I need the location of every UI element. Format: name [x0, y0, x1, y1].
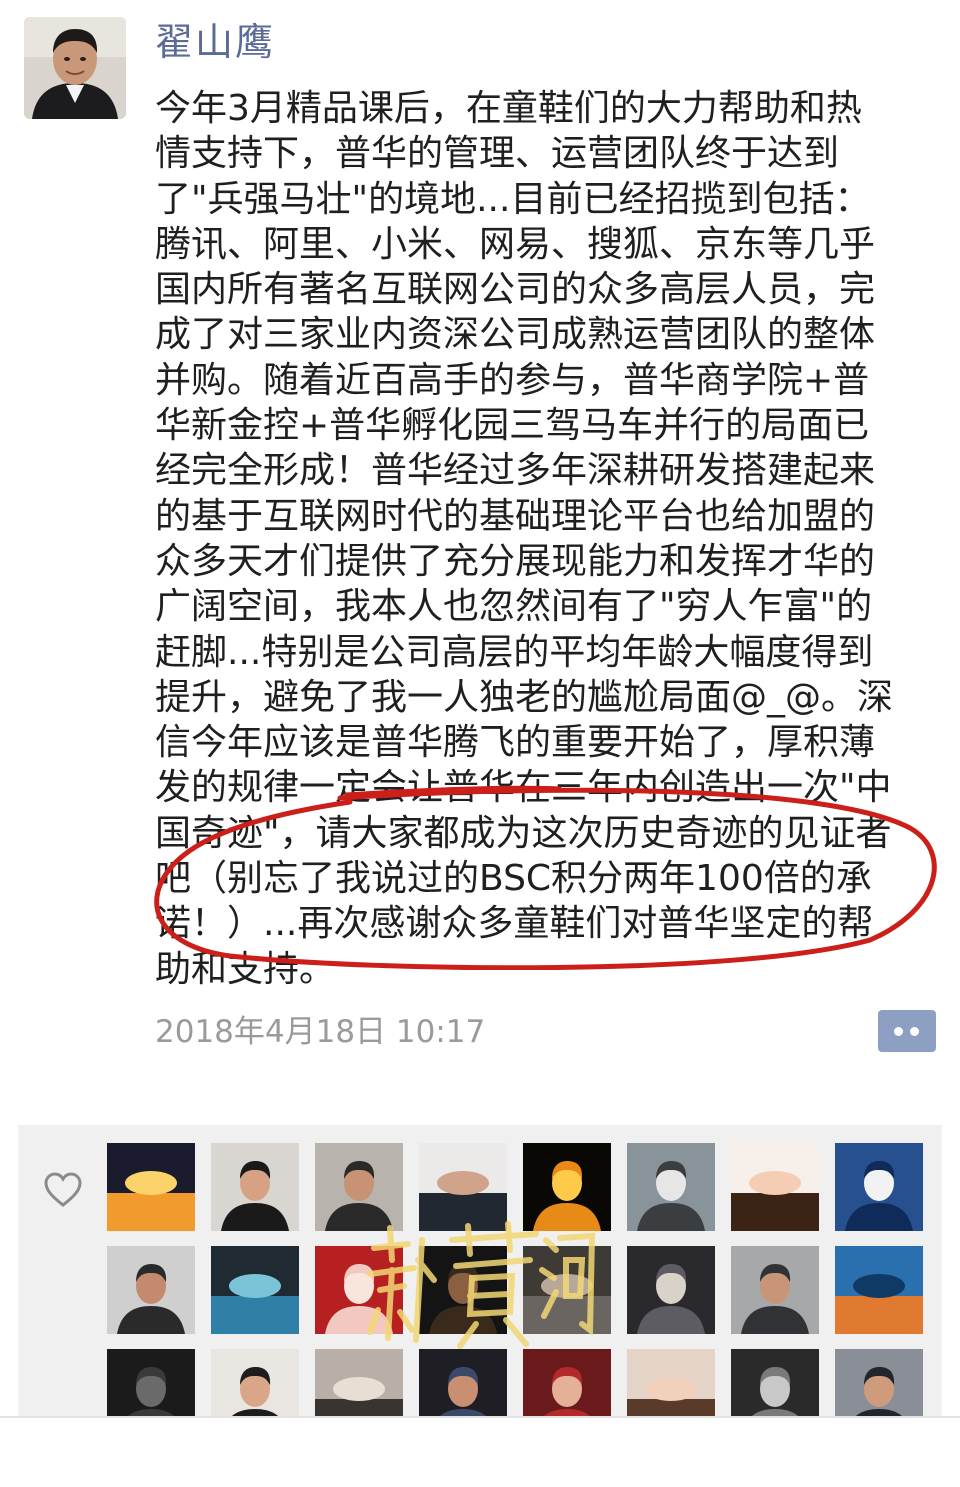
post-text-line: 了"兵强马壮"的境地...目前已经招揽到包括：	[155, 178, 871, 220]
liker-avatar-cartoon-woman[interactable]	[731, 1143, 819, 1231]
author-avatar-image	[24, 17, 126, 119]
liker-avatar-cartoon-pig[interactable]	[315, 1246, 403, 1334]
liker-avatar-street-scene[interactable]	[523, 1246, 611, 1334]
post-text-line: 助和支持。	[155, 948, 336, 990]
heart-outline-icon	[44, 1172, 82, 1207]
liker-avatar-phone-screens[interactable]	[211, 1246, 299, 1334]
author-avatar[interactable]	[24, 17, 126, 119]
liker-avatar-sunset[interactable]	[107, 1143, 195, 1231]
liker-avatar-pavilion-sunset[interactable]	[835, 1246, 923, 1334]
liker-avatar-man-tie[interactable]	[419, 1143, 507, 1231]
post-text-line: 的基于互联网时代的基础理论平台也给加盟的	[155, 495, 876, 537]
author-name[interactable]: 翟山鹰	[155, 18, 275, 66]
post-text-line: 经完全形成！普华经过多年深耕研发搭建起来	[155, 450, 876, 492]
liker-avatar-dark-room[interactable]	[419, 1246, 507, 1334]
liker-avatar-man-selfie[interactable]	[315, 1143, 403, 1231]
post-content: 今年3月精品课后，在童鞋们的大力帮助和热 情支持下，普华的管理、运营团队终于达到了…	[155, 86, 935, 992]
bottom-edge	[0, 1416, 960, 1487]
post-text-line: 情支持下，普华的管理、运营团队终于达到	[155, 133, 840, 175]
liker-avatar-infinity-neon[interactable]	[523, 1143, 611, 1231]
liker-avatar-blue-text-card[interactable]	[835, 1143, 923, 1231]
post-text-line: 赶脚...特别是公司高层的平均年龄大幅度得到	[155, 631, 874, 673]
post-text-line: 腾讯、阿里、小米、网易、搜狐、京东等几乎	[155, 223, 876, 265]
liker-avatar-conference[interactable]	[627, 1246, 715, 1334]
post-text-line: 华新金控+普华孵化园三驾马车并行的局面已	[155, 405, 870, 447]
post-text-line: 众多天才们提供了充分展现能力和发挥才华的	[155, 540, 876, 582]
liker-avatar-man-portrait[interactable]	[731, 1246, 819, 1334]
post-text-line: 国内所有著名互联网公司的众多高层人员，完	[155, 269, 876, 311]
moment-post: 翟山鹰 今年3月精品课后，在童鞋们的大力帮助和热 情支持下，普华的管理、运营团队终…	[0, 0, 960, 1110]
post-text-line: 广阔空间，我本人也忽然间有了"穷人乍富"的	[155, 586, 873, 628]
post-text-line: 吧（别忘了我说过的BSC积分两年100倍的承	[155, 858, 872, 900]
post-text-line: 提升，避免了我一人独老的尴尬局面@_@。深	[155, 676, 894, 718]
post-text-line: 诺！）...再次感谢众多童鞋们对普华坚定的帮	[155, 903, 874, 945]
post-timestamp: 2018年4月18日 10:17	[155, 1014, 486, 1050]
post-text-line: 并购。随着近百高手的参与，普华商学院+普	[155, 359, 870, 401]
post-text-line: 成了对三家业内资深公司成熟运营团队的整体	[155, 314, 876, 356]
post-text-line: 发的规律一定会让普华在三年内创造出一次"中	[155, 767, 892, 809]
post-text-line: 信今年应该是普华腾飞的重要开始了，厚积薄	[155, 722, 876, 764]
post-text-line: 国奇迹"，请大家都成为这次历史奇迹的见证者	[155, 812, 892, 854]
comment-more-button[interactable]	[878, 1010, 936, 1052]
post-text-line: 今年3月精品课后，在童鞋们的大力帮助和热	[155, 88, 862, 129]
liker-avatar-man-suit[interactable]	[211, 1143, 299, 1231]
liker-avatar-landscape[interactable]	[627, 1143, 715, 1231]
liker-avatar-group-photo[interactable]	[107, 1246, 195, 1334]
